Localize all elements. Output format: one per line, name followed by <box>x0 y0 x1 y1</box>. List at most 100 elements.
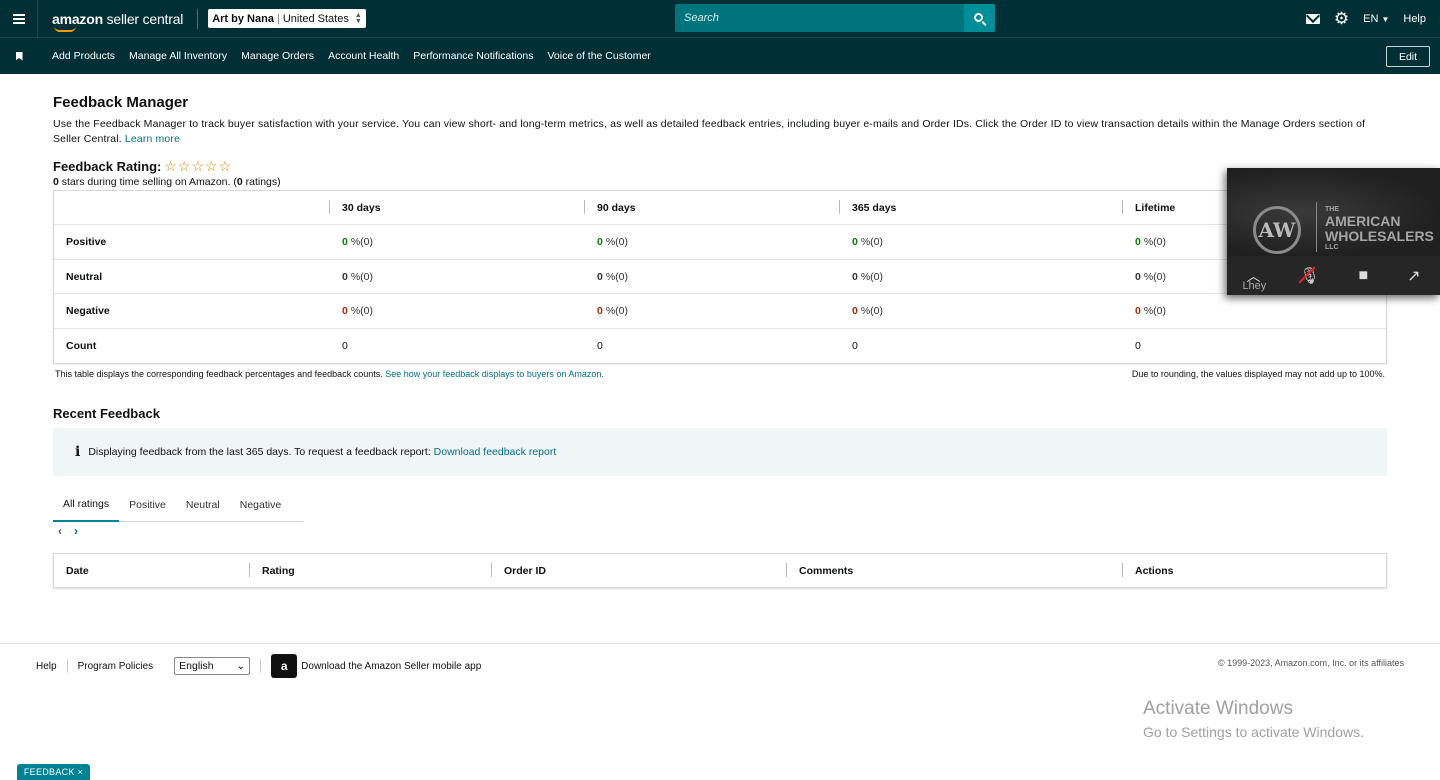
nav-manage-orders[interactable]: Manage Orders <box>241 50 314 62</box>
metrics-row-count: Count 0 0 0 0 <box>54 329 1386 363</box>
edit-nav-button[interactable]: Edit <box>1386 46 1430 67</box>
nav-add-products[interactable]: Add Products <box>52 50 115 62</box>
mail-icon[interactable] <box>1305 13 1320 24</box>
video-call-overlay[interactable]: AW THE AMERICAN WHOLESALERS LLC ︿ Lhey 🎙 … <box>1227 168 1440 295</box>
page-title: Feedback Manager <box>53 94 189 111</box>
nav-bar: Add Products Manage All Inventory Manage… <box>0 37 1440 74</box>
metric-value: 0 %(0) <box>597 270 629 283</box>
metric-value: 0 %(0) <box>597 236 629 248</box>
brand-text: THE AMERICAN WHOLESALERS LLC <box>1325 206 1434 251</box>
search-button[interactable] <box>964 4 995 32</box>
chevron-left-icon[interactable]: ‹ <box>58 524 62 538</box>
aw-logo: AW <box>1253 206 1301 254</box>
info-text: Displaying feedback from the last 365 da… <box>88 446 431 458</box>
metric-value: 0 %(0) <box>1135 236 1167 248</box>
divider <box>197 8 199 29</box>
col-order-id[interactable]: Order ID <box>490 554 546 587</box>
chevron-down-icon: ⌄ <box>236 660 246 672</box>
feedback-rating-title: Feedback Rating: ☆☆☆☆☆ <box>53 158 233 174</box>
search-icon <box>974 12 983 22</box>
table-note: This table displays the corresponding fe… <box>55 369 604 379</box>
footer-help-link[interactable]: Help <box>36 661 57 672</box>
metric-value: 0 <box>342 340 348 352</box>
amazon-app-icon[interactable]: a <box>271 654 298 678</box>
language-selector[interactable]: EN ▼ <box>1363 13 1389 25</box>
col-lifetime: Lifetime <box>1121 191 1175 224</box>
store-selector[interactable]: Art by Nana | United States ▲ ▼ <box>208 9 366 28</box>
feedback-button[interactable]: FEEDBACK × <box>17 764 90 780</box>
copyright: © 1999-2023, Amazon.com, Inc. or its aff… <box>1217 658 1404 668</box>
tab-negative[interactable]: Negative <box>230 488 291 522</box>
metric-value: 0 %(0) <box>342 270 374 283</box>
metrics-row-neutral: Neutral 0 %(0) 0 %(0) 0 %(0) 0 %(0) <box>54 260 1386 294</box>
video-feed: AW THE AMERICAN WHOLESALERS LLC <box>1227 168 1440 256</box>
chevron-right-icon[interactable]: › <box>74 524 78 538</box>
tab-neutral[interactable]: Neutral <box>176 488 230 522</box>
metrics-row-negative: Negative 0 %(0) 0 %(0) 0 %(0) 0 %(0) <box>54 294 1386 329</box>
metric-value: 0 %(0) <box>597 305 629 317</box>
seller-central-logo[interactable]: amazon seller central <box>52 11 183 32</box>
menu-icon[interactable] <box>0 0 38 37</box>
program-policies-link[interactable]: Program Policies <box>78 661 154 672</box>
gear-icon[interactable]: ⚙ <box>1334 10 1349 27</box>
top-header: amazon seller central Art by Nana | United… <box>0 0 1440 37</box>
camera-icon[interactable]: ■ <box>1359 267 1369 285</box>
col-comments[interactable]: Comments <box>785 554 853 587</box>
col-rating[interactable]: Rating <box>249 554 295 587</box>
store-name: Art by Nana <box>212 12 274 25</box>
nav-performance-notifications[interactable]: Performance Notifications <box>413 50 533 62</box>
download-report-link[interactable]: Download feedback report <box>434 446 557 458</box>
metrics-row-positive: Positive 0 %(0) 0 %(0) 0 %(0) 0 %(0) <box>54 225 1386 260</box>
mic-muted-icon[interactable]: 🎙 <box>1299 266 1319 286</box>
intro-text: Use the Feedback Manager to track buyer … <box>53 118 1366 145</box>
col-30-days: 30 days <box>329 191 381 224</box>
recent-feedback-title: Recent Feedback <box>53 406 160 421</box>
metric-value: 0 %(0) <box>342 236 374 248</box>
metric-value: 0 %(0) <box>852 305 884 317</box>
metrics-table: 30 days 90 days 365 days Lifetime Positi… <box>53 190 1387 364</box>
metric-value: 0 %(0) <box>1135 305 1167 317</box>
nav-voice-of-customer[interactable]: Voice of the Customer <box>548 50 651 62</box>
select-arrows-icon: ▲ ▼ <box>354 11 362 25</box>
feedback-display-link[interactable]: See how your feedback displays to buyers… <box>385 369 604 379</box>
search-input[interactable]: Search <box>675 4 964 32</box>
help-link[interactable]: Help <box>1403 13 1426 25</box>
video-controls: ︿ Lhey 🎙 ■ ↗ <box>1227 256 1440 295</box>
row-label: Positive <box>66 236 107 248</box>
star-rating-icon: ☆☆☆☆☆ <box>164 158 233 174</box>
row-label: Count <box>66 340 97 352</box>
metric-value: 0 %(0) <box>1135 270 1167 283</box>
store-region: United States <box>282 12 349 25</box>
col-90-days: 90 days <box>584 191 636 224</box>
row-label: Negative <box>66 305 110 317</box>
nav-account-health[interactable]: Account Health <box>328 50 399 62</box>
download-app-link[interactable]: Download the Amazon Seller mobile app <box>301 661 481 672</box>
bookmark-icon[interactable] <box>0 51 38 61</box>
rounding-note: Due to rounding, the values displayed ma… <box>1131 369 1385 379</box>
feedback-table: Date Rating Order ID Comments Actions <box>53 553 1387 588</box>
col-actions: Actions <box>1122 554 1174 587</box>
rating-tabs: All ratings Positive Neutral Negative <box>53 488 303 522</box>
tab-positive[interactable]: Positive <box>119 488 176 522</box>
pager: ‹ › <box>58 524 78 538</box>
tab-all-ratings[interactable]: All ratings <box>53 488 120 522</box>
metric-value: 0 %(0) <box>342 305 374 317</box>
learn-more-link[interactable]: Learn more <box>125 133 180 145</box>
share-icon[interactable]: ↗ <box>1407 266 1420 286</box>
caret-up-icon[interactable]: ︿ Lhey <box>1242 266 1266 292</box>
metric-value: 0 <box>597 340 603 352</box>
col-date[interactable]: Date <box>66 554 89 587</box>
nav-manage-inventory[interactable]: Manage All Inventory <box>129 50 227 62</box>
metrics-header-row: 30 days 90 days 365 days Lifetime <box>54 191 1386 225</box>
row-label: Neutral <box>66 270 103 283</box>
metric-value: 0 <box>852 340 858 352</box>
col-365-days: 365 days <box>838 191 896 224</box>
info-icon: i <box>75 444 81 460</box>
metric-value: 0 <box>1135 340 1141 352</box>
info-alert: i Displaying feedback from the last 365 … <box>53 428 1387 476</box>
windows-activation-watermark: Activate Windows Go to Settings to activ… <box>1143 698 1364 740</box>
rating-summary: 0 stars during time selling on Amazon. (… <box>53 176 281 188</box>
metric-value: 0 %(0) <box>852 270 884 283</box>
metric-value: 0 %(0) <box>852 236 884 248</box>
language-select[interactable]: English ⌄ <box>174 657 251 675</box>
